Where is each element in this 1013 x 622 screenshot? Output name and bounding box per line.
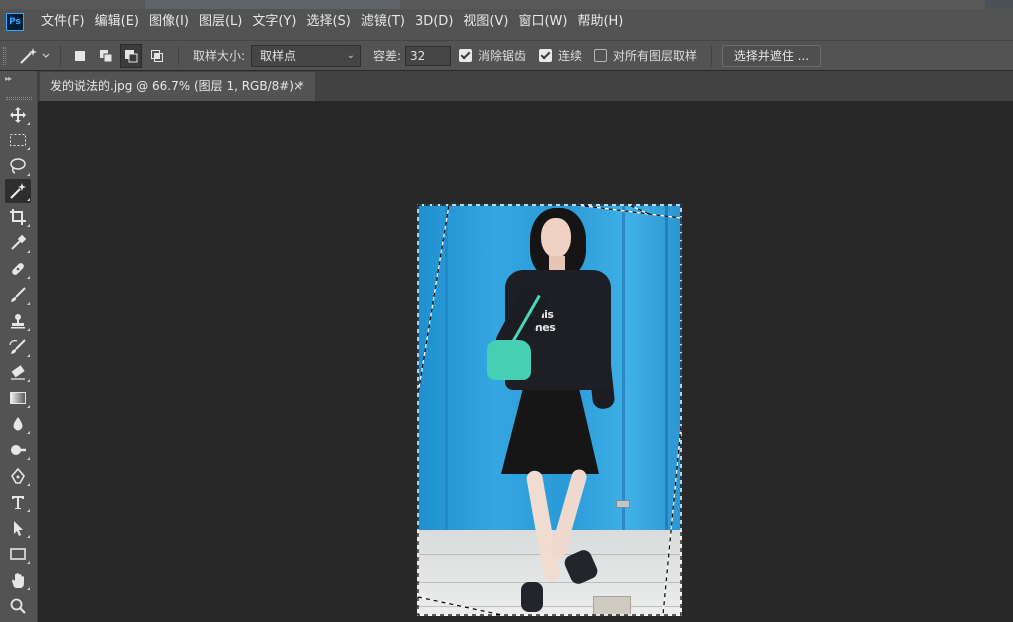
menu-window[interactable]: 窗口(W) [513, 12, 572, 32]
options-bar: 取样大小: 取样点 ⌄ 容差: 32 消除锯齿 连续 对所有图层取样 选择并遮住… [0, 40, 1013, 70]
move-tool[interactable] [5, 103, 31, 127]
history-brush-tool[interactable] [5, 335, 31, 359]
contiguous-checkbox[interactable] [539, 49, 552, 62]
menu-help[interactable]: 帮助(H) [572, 12, 628, 32]
gradient-tool[interactable] [5, 386, 31, 410]
brush-tool[interactable] [5, 283, 31, 307]
crop-icon [10, 209, 26, 225]
magic-wand-tool[interactable] [5, 179, 31, 203]
menu-view[interactable]: 视图(V) [458, 12, 513, 32]
dodge-tool[interactable] [5, 438, 31, 462]
gradient-icon [10, 392, 26, 404]
person-face [541, 218, 571, 258]
pen-tool[interactable] [5, 464, 31, 488]
hand-icon [12, 573, 24, 588]
menu-filter[interactable]: 滤镜(T) [356, 12, 410, 32]
eraser-icon [11, 365, 25, 380]
arrow-cursor-icon [14, 521, 23, 536]
document-tab-title: 发的说法的.jpg @ 66.7% (图层 1, RGB/8#) * [50, 79, 304, 93]
band-aid-icon [12, 263, 24, 275]
healing-brush-tool[interactable] [5, 257, 31, 281]
marquee-tool[interactable] [5, 128, 31, 152]
zoom-icon [10, 598, 26, 614]
new-selection-icon [75, 51, 85, 61]
menu-bar: Ps 文件(F) 编辑(E) 图像(I) 图层(L) 文字(Y) 选择(S) 滤… [0, 0, 1013, 40]
add-to-selection-button[interactable] [95, 44, 117, 68]
close-icon[interactable]: × [293, 72, 303, 101]
canvas-area[interactable]: Tennis Clones [38, 101, 1013, 622]
history-brush-icon [9, 339, 26, 354]
menu-layer[interactable]: 图层(L) [194, 12, 247, 32]
new-selection-button[interactable] [69, 44, 91, 68]
eyedropper-icon [11, 234, 27, 250]
rectangular-marquee-icon [10, 134, 26, 146]
mint-handbag [487, 340, 531, 380]
subtract-from-selection-icon [125, 50, 138, 63]
floor-box [593, 596, 631, 616]
tools-panel-grip[interactable] [6, 97, 32, 100]
photoshop-logo[interactable]: Ps [6, 13, 24, 31]
menu-select[interactable]: 选择(S) [301, 12, 355, 32]
intersect-selection-icon [151, 50, 163, 62]
tolerance-input[interactable]: 32 [405, 46, 451, 66]
intersect-selection-button[interactable] [146, 44, 168, 68]
menu-edit[interactable]: 编辑(E) [90, 12, 144, 32]
sample-all-layers-label: 对所有图层取样 [613, 49, 698, 63]
add-to-selection-icon [100, 50, 113, 63]
tolerance-label: 容差: [373, 49, 402, 63]
document-tab[interactable]: 发的说法的.jpg @ 66.7% (图层 1, RGB/8#) * × [40, 72, 315, 101]
path-selection-tool[interactable] [5, 516, 31, 540]
subtract-from-selection-button[interactable] [120, 44, 142, 68]
shoe [521, 582, 543, 612]
pen-icon [11, 467, 25, 484]
brush-icon [11, 287, 26, 302]
eyedropper-tool[interactable] [5, 231, 31, 255]
sample-size-value: 取样点 [260, 49, 297, 63]
menu-3d[interactable]: 3D(D) [410, 12, 458, 32]
rectangle-tool[interactable] [5, 542, 31, 566]
menu-image[interactable]: 图像(I) [144, 12, 194, 32]
document-tab-strip: 发的说法的.jpg @ 66.7% (图层 1, RGB/8#) * × [38, 71, 1013, 101]
magic-wand-icon [20, 48, 37, 64]
magic-wand-icon [10, 183, 26, 199]
select-and-mask-button[interactable]: 选择并遮住 ... [722, 45, 821, 67]
tool-preset-picker[interactable] [18, 45, 52, 67]
clone-stamp-tool[interactable] [5, 309, 31, 333]
menu-items: 文件(F) 编辑(E) 图像(I) 图层(L) 文字(Y) 选择(S) 滤镜(T… [36, 12, 628, 32]
lasso-tool[interactable] [5, 154, 31, 178]
type-tool[interactable] [5, 490, 31, 514]
tools-panel: ▸▸ [0, 71, 38, 622]
anti-alias-label: 消除锯齿 [478, 49, 527, 63]
water-drop-icon [13, 417, 23, 431]
document-image[interactable]: Tennis Clones [417, 204, 682, 616]
stamp-icon [11, 314, 25, 329]
menu-type[interactable]: 文字(Y) [247, 12, 301, 32]
chevron-down-icon: ⌄ [346, 50, 355, 61]
contiguous-label: 连续 [558, 49, 583, 63]
type-icon [12, 496, 24, 509]
chevron-down-icon [42, 53, 50, 58]
zoom-tool[interactable] [5, 594, 31, 618]
rectangle-icon [10, 548, 26, 560]
separator [711, 46, 712, 66]
sample-all-layers-checkbox[interactable] [594, 49, 607, 62]
dodge-icon [11, 445, 26, 455]
options-bar-grip[interactable] [3, 47, 6, 65]
sample-size-select[interactable]: 取样点 ⌄ [251, 45, 361, 67]
lasso-icon [10, 158, 26, 174]
separator [60, 46, 61, 66]
anti-alias-checkbox[interactable] [459, 49, 472, 62]
collapse-panel-icon[interactable]: ▸▸ [5, 74, 12, 83]
sample-size-label: 取样大小: [193, 49, 246, 63]
blur-tool[interactable] [5, 412, 31, 436]
eraser-tool[interactable] [5, 360, 31, 384]
hand-tool[interactable] [5, 568, 31, 592]
move-icon [10, 107, 26, 123]
menu-file[interactable]: 文件(F) [36, 12, 90, 32]
wall-socket [616, 500, 630, 508]
menu-bar-top-strip [0, 0, 1013, 9]
separator [178, 46, 179, 66]
crop-tool[interactable] [5, 205, 31, 229]
